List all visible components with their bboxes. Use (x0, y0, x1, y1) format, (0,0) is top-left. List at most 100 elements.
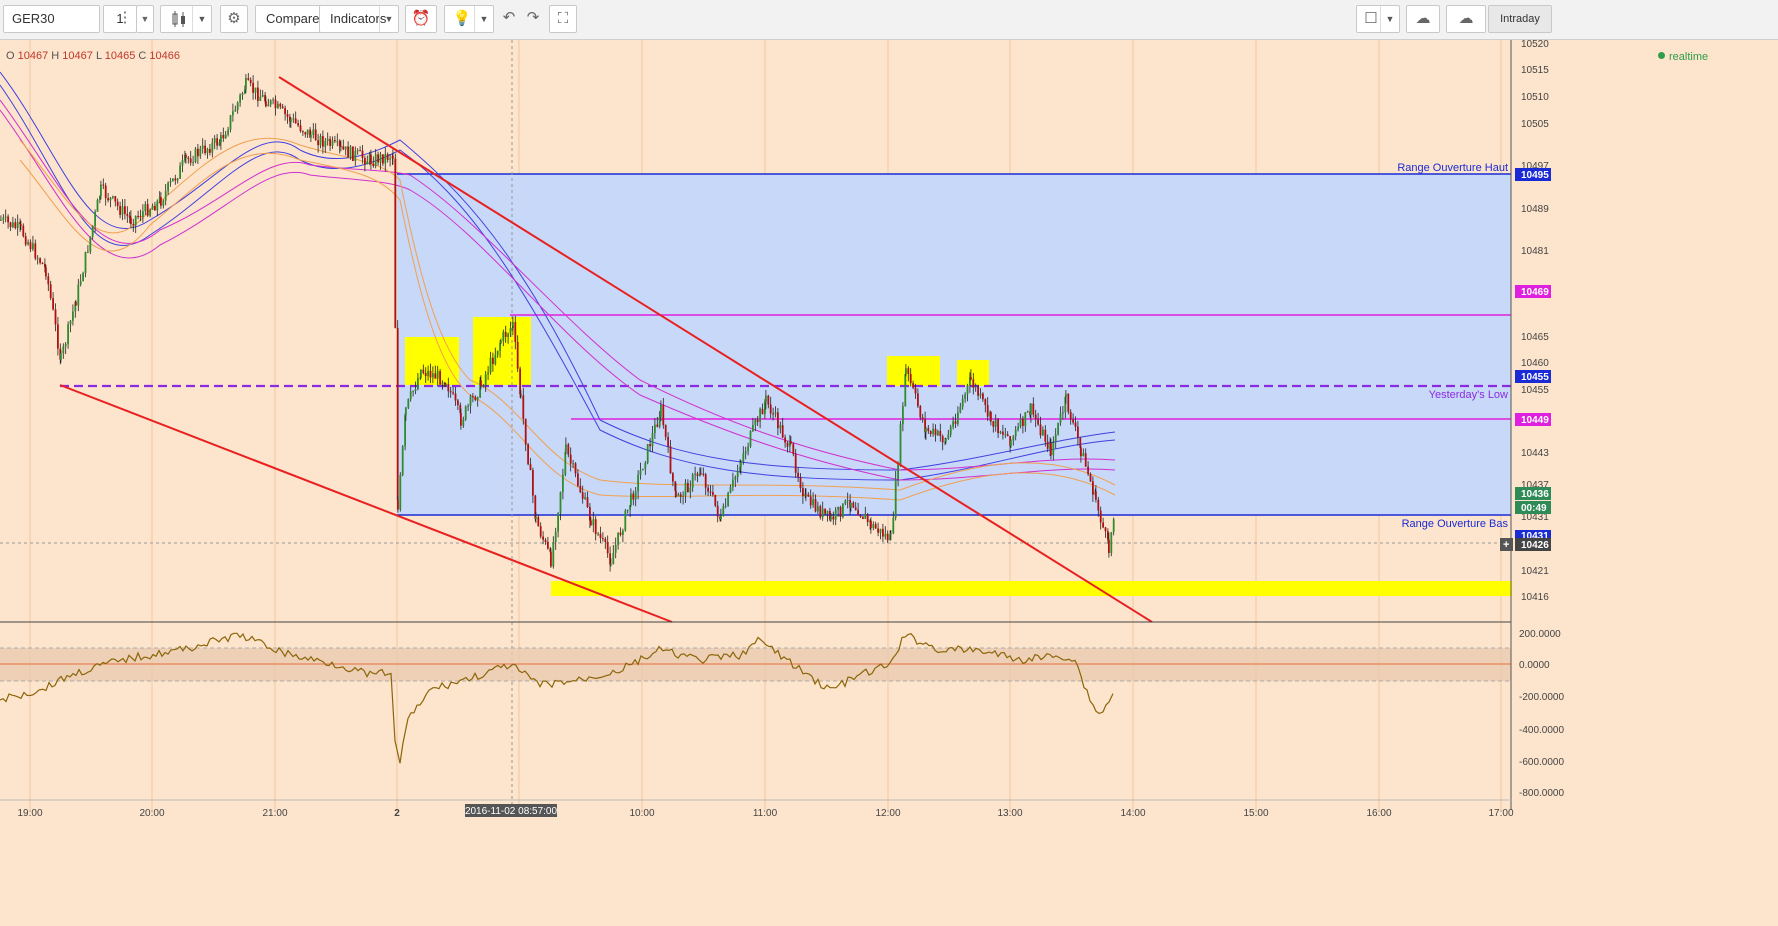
candle-body (729, 486, 732, 493)
chevron-down-icon: ▼ (1380, 6, 1399, 32)
candle-body (884, 533, 887, 537)
opening-range-zone[interactable] (397, 174, 1511, 515)
price-badge: 10469 (1521, 287, 1549, 298)
candle-body (109, 197, 112, 201)
candle-body (185, 155, 187, 158)
redo-button[interactable]: ↷ (522, 5, 544, 33)
candle-body (727, 492, 729, 506)
candle-body (162, 200, 165, 206)
price-chart[interactable]: Range Ouverture Haut Yesterday's Low Ran… (0, 40, 1778, 926)
candle-body (269, 100, 272, 105)
candle-body (69, 320, 72, 325)
oscillator-axis[interactable]: 200.0000 0.0000 -200.0000 -400.0000 -600… (1519, 629, 1564, 799)
candle-body (909, 373, 912, 384)
candle-body (899, 424, 902, 465)
candle-body (22, 225, 25, 237)
price-tick: 10481 (1521, 246, 1549, 257)
candle-body (507, 333, 509, 337)
candle-body (691, 474, 694, 488)
candle-body (482, 385, 485, 387)
candle-body (67, 324, 69, 345)
candle-body (712, 492, 714, 495)
candle-body (826, 510, 829, 514)
candle-body (454, 393, 457, 401)
candle-body (679, 494, 682, 497)
candle-body (894, 478, 897, 518)
candle-body (947, 434, 950, 439)
candle-body (216, 138, 218, 146)
candle-body (537, 517, 540, 527)
ideas-button[interactable]: 💡 ▼ (444, 5, 494, 33)
candle-body (492, 357, 494, 365)
candle-body (937, 430, 939, 436)
candle-body (102, 184, 105, 186)
candle-body (812, 499, 814, 506)
indicators-button[interactable]: Indicators ▼ (319, 5, 399, 33)
price-badge: 00:49 (1521, 503, 1547, 514)
candle-body (1052, 442, 1055, 456)
undo-button[interactable]: ↶ (498, 5, 520, 33)
candle-body (957, 412, 959, 424)
symbol-input[interactable]: GER30 (3, 5, 100, 33)
candle-body (54, 309, 57, 325)
candle-body (864, 514, 867, 519)
candle-body (1050, 443, 1052, 456)
candle-body (1072, 419, 1074, 423)
candle-body (509, 328, 512, 334)
candle-body (436, 371, 439, 379)
candle-body (151, 205, 154, 210)
candle-body (139, 215, 142, 218)
save-button[interactable]: ☁ (1446, 5, 1486, 33)
layout-button[interactable]: ☐ ▼ (1356, 5, 1400, 33)
realtime-indicator: realtime (1658, 51, 1708, 63)
candle-body (62, 346, 65, 354)
timeframe-button[interactable]: Intraday (1488, 5, 1552, 33)
candle-body (356, 150, 359, 152)
candle-body (4, 216, 7, 218)
time-tick: 21:00 (262, 808, 287, 819)
candle-body (359, 150, 361, 152)
alert-button[interactable]: ⏰ (405, 5, 437, 33)
candle-body (252, 82, 254, 93)
candle-body (39, 258, 41, 263)
load-button[interactable]: ☁ (1406, 5, 1440, 33)
candle-body (432, 373, 434, 378)
candles-style-button[interactable]: ▼ (160, 5, 212, 33)
candle-body (272, 99, 274, 101)
candle-body (427, 370, 429, 376)
candle-body (236, 102, 239, 110)
candle-body (79, 281, 82, 285)
price-tick: 10443 (1521, 448, 1549, 459)
symbol-value: GER30 (12, 11, 55, 26)
candle-body (744, 451, 747, 454)
candle-body (622, 530, 624, 535)
price-axis[interactable]: 10520 10515 10510 10505 10497 10489 1048… (1521, 40, 1549, 603)
interval-more-icon[interactable]: ⋮ (116, 5, 134, 33)
candle-body (424, 372, 427, 376)
ohlc-legend: O 10467 H 10467 L 10465 C 10466 (6, 50, 180, 62)
candle-body (213, 138, 216, 143)
candle-body (1042, 429, 1044, 436)
candle-body (654, 424, 656, 434)
indicators-label: Indicators (330, 11, 387, 26)
interval-dropdown[interactable]: ▼ (136, 5, 154, 33)
candle-body (112, 196, 114, 198)
candle-body (792, 443, 795, 455)
candle-body (447, 384, 450, 392)
candle-body (354, 150, 357, 161)
fullscreen-button[interactable]: ⛶ (549, 5, 577, 33)
candle-body (619, 532, 622, 535)
candle-body (494, 355, 497, 365)
candle-body (564, 452, 567, 475)
price-badge: 10495 (1521, 170, 1549, 181)
settings-button[interactable]: ⚙ (220, 5, 248, 33)
time-axis[interactable]: 19:00 20:00 21:00 2 10:00 11:00 12:00 13… (17, 808, 1513, 819)
undo-icon: ↶ (502, 9, 516, 26)
candle-body (227, 129, 229, 135)
candle-body (128, 215, 131, 218)
candle-body (572, 463, 574, 465)
candle-body (584, 497, 586, 499)
candle-body (612, 552, 615, 565)
price-tick: 10515 (1521, 65, 1549, 76)
candle-body (1057, 422, 1059, 435)
